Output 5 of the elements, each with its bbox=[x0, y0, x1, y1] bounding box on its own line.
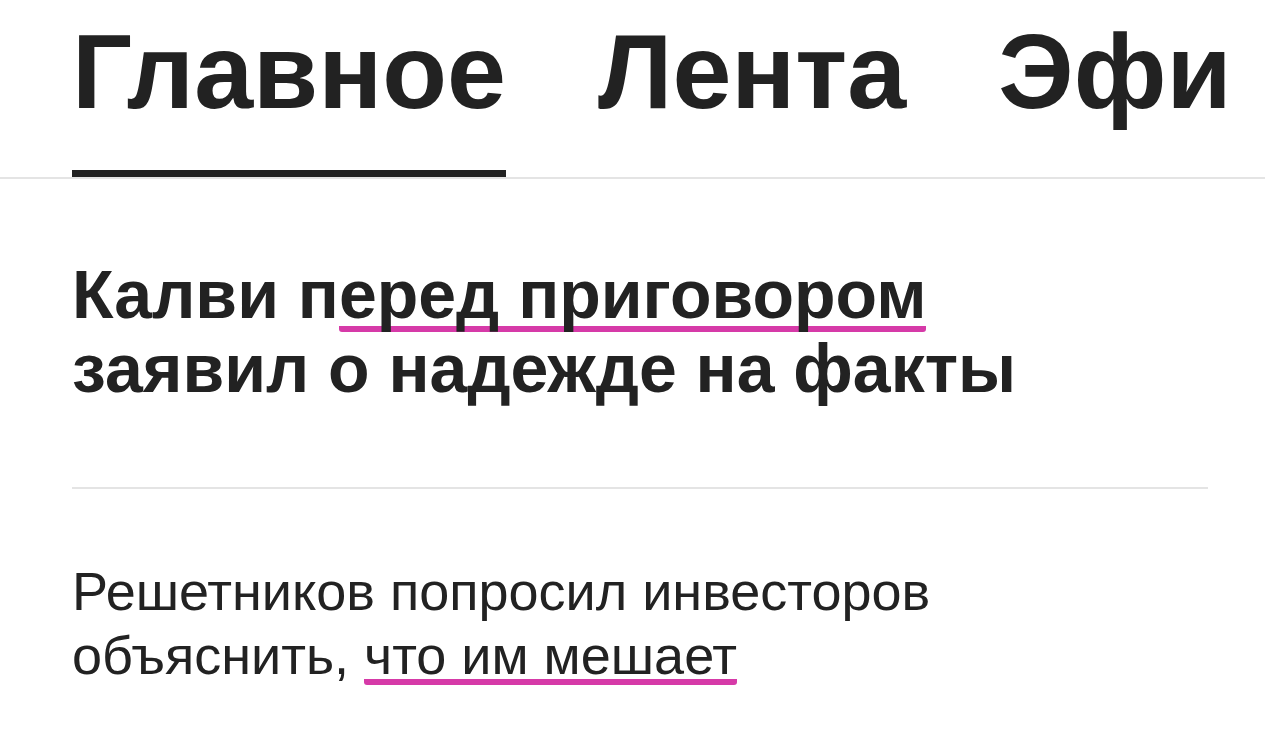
nav-tab[interactable]: Эфи bbox=[998, 0, 1232, 177]
nav-tab[interactable]: Лента bbox=[598, 0, 907, 177]
nav-tab[interactable]: Главное bbox=[72, 0, 506, 177]
news-title[interactable]: Решетников попросил инвесторов объяснить, что им мешает bbox=[72, 489, 1208, 687]
news-headline[interactable]: Калви перед приговором заявил о надежде на факты bbox=[72, 179, 1208, 489]
